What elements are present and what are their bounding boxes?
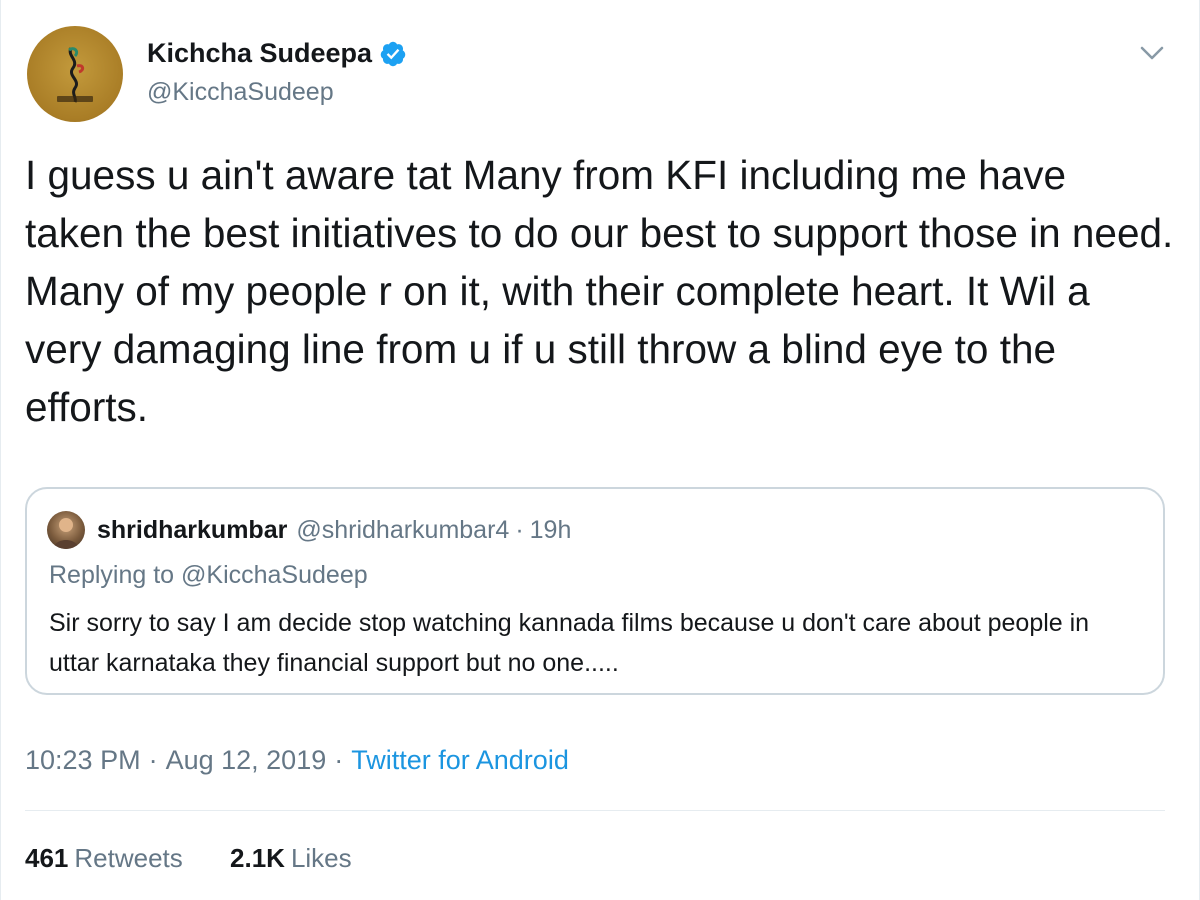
- likes-label: Likes: [290, 843, 352, 873]
- quoted-tweet-header: shridharkumbar @shridharkumbar4 · 19h: [47, 511, 571, 549]
- avatar-portrait-icon: [53, 518, 79, 549]
- author-handle[interactable]: @KicchaSudeep: [147, 78, 334, 107]
- likes-stat[interactable]: 2.1K Likes: [230, 843, 352, 873]
- tweet-date[interactable]: Aug 12, 2019: [166, 745, 327, 775]
- author-display-name[interactable]: Kichcha Sudeepa: [147, 38, 372, 69]
- divider: [25, 810, 1165, 811]
- retweets-count: 461: [25, 843, 69, 873]
- verified-badge-icon: [380, 41, 406, 66]
- engagement-stats: 461 Retweets 2.1K Likes: [25, 843, 352, 874]
- avatar-logo-icon: [57, 47, 93, 103]
- quoted-author-avatar[interactable]: [47, 511, 85, 549]
- tweet-meta: 10:23 PM · Aug 12, 2019 · Twitter for Androi…: [25, 745, 569, 776]
- tweet-text: I guess u ain't aware tat Many from KFI …: [25, 152, 1174, 430]
- retweets-label: Retweets: [74, 843, 183, 873]
- dot-separator: ·: [515, 515, 524, 544]
- tweet-time[interactable]: 10:23 PM: [25, 745, 141, 775]
- dot-separator: ·: [334, 745, 344, 775]
- dot-separator: ·: [148, 745, 158, 775]
- quoted-tweet-text: Sir sorry to say I am decide stop watchi…: [49, 609, 1090, 677]
- quoted-tweet[interactable]: shridharkumbar @shridharkumbar4 · 19h Re…: [25, 487, 1165, 695]
- chevron-down-icon[interactable]: [1137, 38, 1167, 68]
- retweets-stat[interactable]: 461 Retweets: [25, 843, 183, 873]
- quoted-author-name[interactable]: shridharkumbar: [97, 516, 287, 545]
- replying-to-label: Replying to @KicchaSudeep: [49, 561, 368, 589]
- tweet-source-link[interactable]: Twitter for Android: [351, 745, 569, 775]
- author-avatar[interactable]: [27, 26, 123, 122]
- author-name-row[interactable]: Kichcha Sudeepa: [147, 38, 407, 69]
- likes-count: 2.1K: [230, 843, 285, 873]
- quoted-timestamp[interactable]: 19h: [530, 516, 572, 545]
- quoted-author-handle[interactable]: @shridharkumbar4: [296, 516, 509, 545]
- tweet-card: Kichcha Sudeepa @KicchaSudeep I guess u …: [0, 0, 1200, 900]
